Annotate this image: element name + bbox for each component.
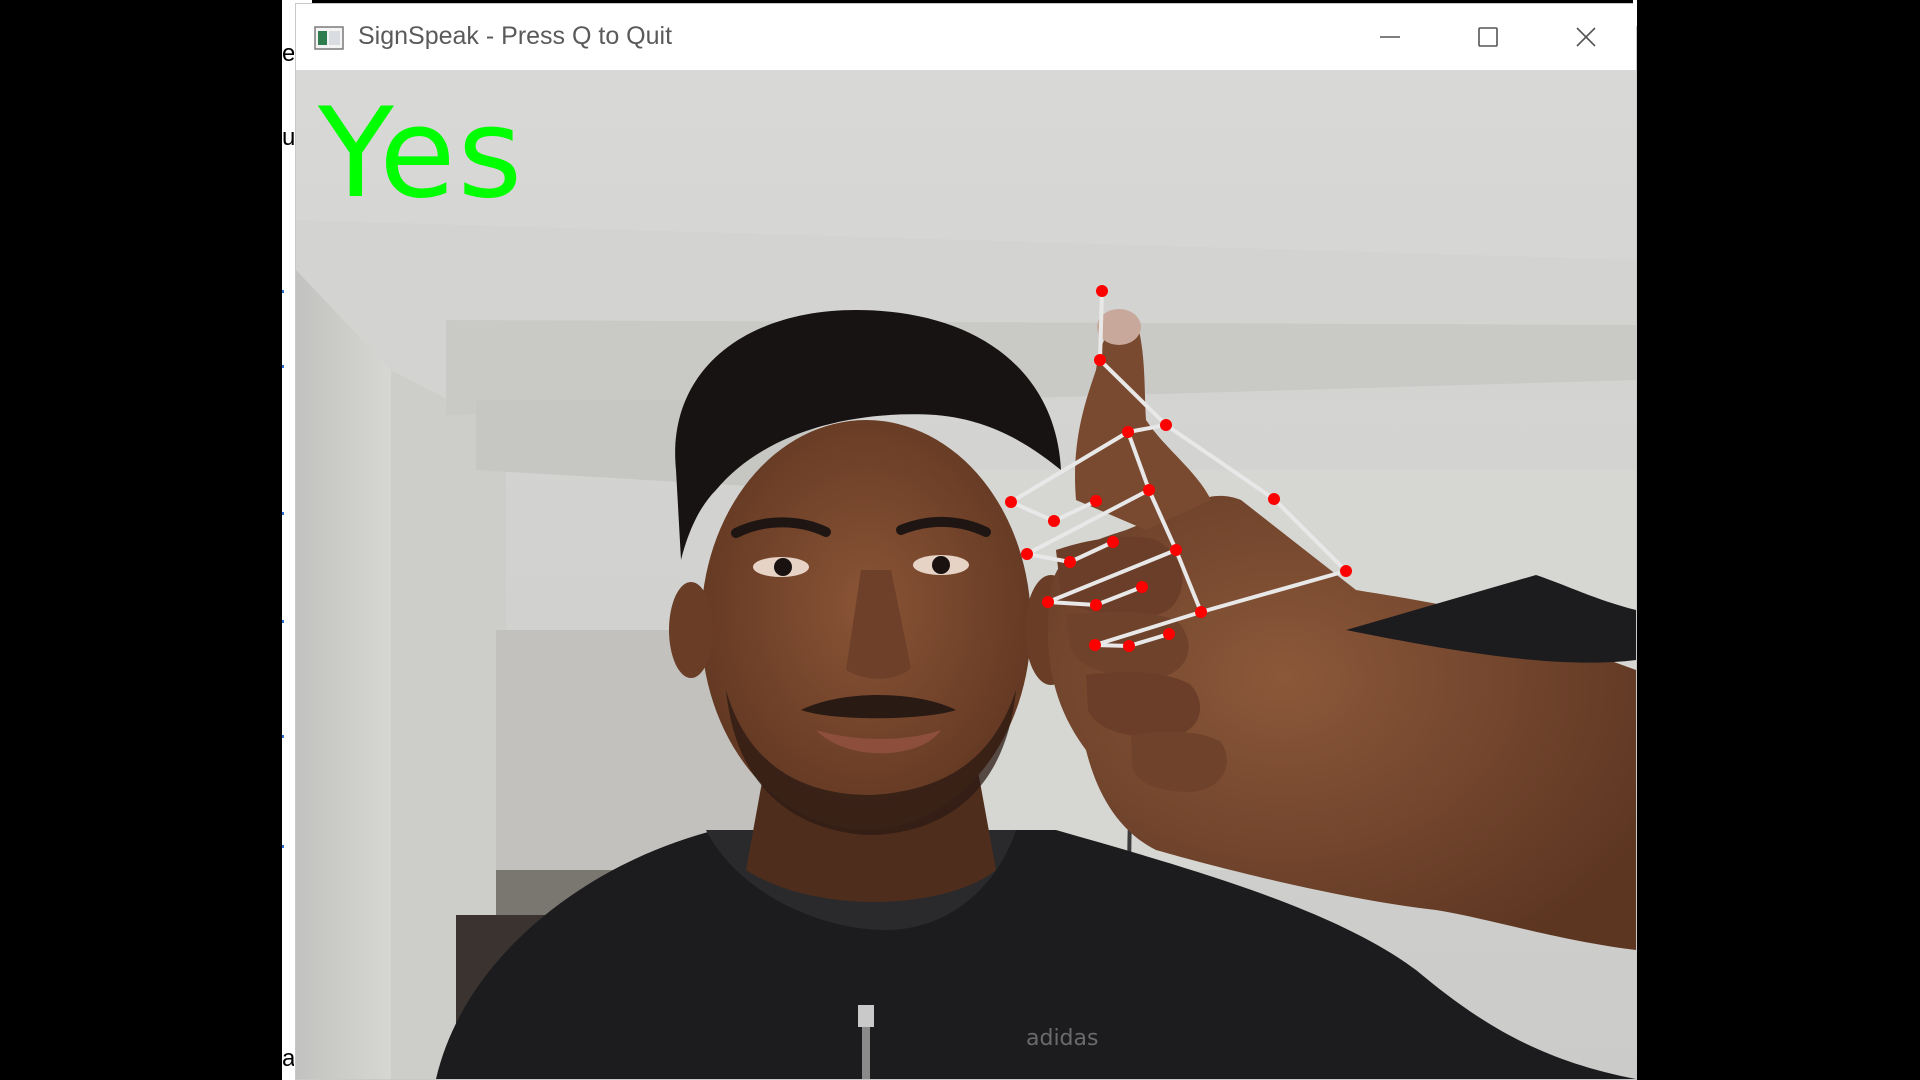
landmark-point [1122, 426, 1134, 438]
window-title: SignSpeak - Press Q to Quit [358, 22, 673, 50]
landmark-point [1107, 536, 1119, 548]
landmark-point [1195, 606, 1207, 618]
landmark-point [1048, 515, 1060, 527]
background-marker [282, 290, 284, 293]
title-bar[interactable]: SignSpeak - Press Q to Quit [296, 4, 1636, 70]
minimize-icon [1380, 36, 1400, 38]
left-pupil [774, 558, 792, 576]
maximize-icon [1478, 27, 1498, 47]
landmark-point [1042, 596, 1054, 608]
thumbnail [1097, 309, 1141, 345]
landmark-point [1089, 639, 1101, 651]
landmark-point [1163, 628, 1175, 640]
landmark-point [1021, 548, 1033, 560]
background-marker [282, 735, 284, 738]
landmark-point [1143, 484, 1155, 496]
landmark-point [1005, 496, 1017, 508]
background-marker [282, 365, 284, 368]
landmark-point [1160, 419, 1172, 431]
background-text-fragment: a [282, 1045, 294, 1072]
background-marker [282, 845, 284, 848]
landmark-point [1268, 493, 1280, 505]
left-ear [669, 582, 713, 678]
camera-feed: adidas Yes [296, 70, 1636, 1079]
zipper-pull [858, 1005, 874, 1027]
landmark-point [1170, 544, 1182, 556]
background-text-fragment: e [282, 40, 294, 67]
hoodie-logo: adidas [1026, 1026, 1098, 1051]
close-button[interactable] [1538, 4, 1634, 70]
window-edge-marker [1633, 0, 1637, 26]
landmark-point [1094, 354, 1106, 366]
landmark-point [1123, 640, 1135, 652]
background-marker [282, 512, 284, 515]
maximize-button[interactable] [1440, 4, 1536, 70]
background-text-fragment: u [282, 124, 294, 151]
landmark-point [1090, 495, 1102, 507]
left-wall [296, 270, 391, 1079]
minimize-button[interactable] [1342, 4, 1438, 70]
close-icon [1576, 27, 1596, 47]
landmark-point [1096, 285, 1108, 297]
landmark-point [1064, 556, 1076, 568]
prediction-label: Yes [318, 82, 525, 226]
right-pupil [932, 556, 950, 574]
landmark-point [1136, 581, 1148, 593]
signspeak-window[interactable]: SignSpeak - Press Q to Quit adidas Yes [295, 3, 1637, 1080]
background-marker [282, 620, 284, 623]
opencv-window-icon [314, 26, 344, 50]
landmark-point [1090, 599, 1102, 611]
landmark-point [1340, 565, 1352, 577]
desktop: e u a SignSpeak - Press Q to Quit adidas… [0, 0, 1920, 1080]
